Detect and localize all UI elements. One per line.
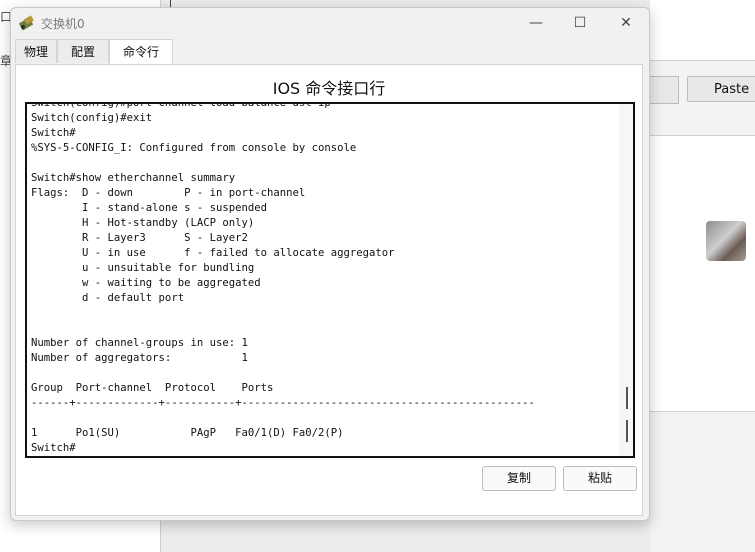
background-content-panel <box>650 135 755 412</box>
terminal-output[interactable]: Switch(config)#port-channel load-balance… <box>31 102 535 456</box>
terminal-line: 1 Po1(SU) PAgP Fa0/1(D) Fa0/2(P) <box>31 427 344 439</box>
window-title: 交换机0 <box>41 17 85 31</box>
terminal-scrollbar[interactable] <box>619 104 633 456</box>
terminal-line: Switch# <box>31 127 76 139</box>
cli-title: IOS 命令接口行 <box>272 79 386 98</box>
background-left-strip: 口 章 <box>0 0 12 552</box>
background-button-partial[interactable] <box>650 76 679 104</box>
close-button[interactable]: ✕ <box>615 13 637 33</box>
minimize-button[interactable]: — <box>525 13 547 33</box>
terminal-line: w - waiting to be aggregated <box>31 277 261 289</box>
switch-dialog-window: 交换机0 — ☐ ✕ 物理 配置 命令行 IOS 命令接口行 Switch(co… <box>10 7 650 521</box>
maximize-button[interactable]: ☐ <box>569 13 591 33</box>
switch-app-icon <box>19 15 34 31</box>
cli-panel: IOS 命令接口行 Switch(config)#port-channel lo… <box>15 64 643 516</box>
terminal-line: d - default port <box>31 292 185 304</box>
terminal-console[interactable]: Switch(config)#port-channel load-balance… <box>25 102 635 458</box>
terminal-line: u - unsuitable for bundling <box>31 262 255 274</box>
terminal-line: U - in use f - failed to allocate aggreg… <box>31 247 395 259</box>
tab-cli[interactable]: 命令行 <box>109 39 173 64</box>
scrollbar-thumb[interactable] <box>626 387 628 409</box>
terminal-line: I - stand-alone s - suspended <box>31 202 267 214</box>
tab-physical[interactable]: 物理 <box>15 39 57 63</box>
background-right-top <box>650 0 755 61</box>
terminal-line: Number of aggregators: 1 <box>31 352 248 364</box>
terminal-line: Switch#show etherchannel summary <box>31 172 236 184</box>
tab-config[interactable]: 配置 <box>57 39 109 63</box>
terminal-line: Number of channel-groups in use: 1 <box>31 337 248 349</box>
background-thumbnail-image[interactable] <box>706 221 746 261</box>
terminal-line: R - Layer3 S - Layer2 <box>31 232 248 244</box>
paste-button[interactable]: 粘贴 <box>563 466 637 491</box>
terminal-line: %SYS-5-CONFIG_I: Configured from console… <box>31 142 357 154</box>
terminal-line: H - Hot-standby (LACP only) <box>31 217 255 229</box>
copy-button[interactable]: 复制 <box>482 466 556 491</box>
terminal-line: Switch(config)#port-channel load-balance… <box>31 102 331 109</box>
terminal-line: Switch# <box>31 442 76 454</box>
title-bar[interactable]: 交换机0 — ☐ ✕ <box>11 8 649 38</box>
terminal-line: Flags: D - down P - in port-channel <box>31 187 306 199</box>
background-paste-button[interactable]: Paste <box>687 76 755 102</box>
terminal-line: ------+-------------+-----------+-------… <box>31 397 535 409</box>
terminal-line: Group Port-channel Protocol Ports <box>31 382 274 394</box>
scrollbar-thumb-lower[interactable] <box>626 420 628 442</box>
terminal-line: Switch(config)#exit <box>31 112 153 124</box>
